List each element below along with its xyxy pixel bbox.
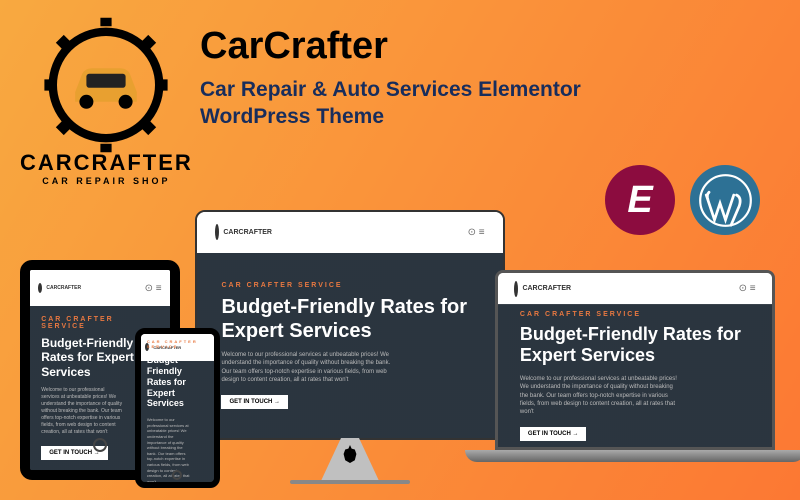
nav-icons: ⊙ ≡	[468, 227, 485, 238]
nav-logo: CARCRAFTER	[215, 220, 263, 244]
cta-button[interactable]: GET IN TOUCH →	[221, 395, 288, 409]
hero-kicker: CAR CRAFTER SERVICE	[520, 311, 750, 318]
brand-tagline: CAR REPAIR SHOP	[42, 176, 170, 186]
hero-kicker: CAR CRAFTER SERVICE	[221, 282, 478, 289]
laptop-hero: CAR CRAFTER SERVICE Budget-Friendly Rate…	[498, 304, 772, 447]
nav-logo-icon	[215, 224, 219, 240]
desktop-nav: CARCRAFTER ⊙ ≡	[197, 212, 503, 253]
phone-screen: CARCRAFTER CAR CRAFTER SERVICE Budget-Fr…	[141, 334, 214, 482]
tablet-home-button	[93, 438, 107, 452]
desktop-mockup: CARCRAFTER ⊙ ≡ CAR CRAFTER SERVICE Budge…	[195, 210, 505, 440]
hero-title: Budget-Friendly Rates for Expert Service…	[221, 295, 478, 343]
laptop-nav: CARCRAFTER ⊙ ≡	[498, 273, 772, 304]
hero-desc: Welcome to our professional services at …	[221, 351, 401, 385]
nav-icons: ⊙ ≡	[739, 283, 756, 294]
cta-button[interactable]: GET IN TOUCH →	[520, 427, 587, 441]
wordpress-badge	[690, 165, 760, 235]
hero-desc: Welcome to our professional services at …	[41, 387, 123, 436]
desktop-hero: CAR CRAFTER SERVICE Budget-Friendly Rate…	[197, 253, 503, 438]
hero-title: Budget-Friendly Rates for Expert Service…	[520, 324, 750, 367]
title-area: CarCrafter Car Repair & Auto Services El…	[200, 25, 680, 131]
nav-logo: CARCRAFTER	[38, 277, 60, 299]
phone-mockup: CARCRAFTER CAR CRAFTER SERVICE Budget-Fr…	[135, 328, 220, 488]
platform-badges: E	[605, 165, 760, 235]
desktop-screen: CARCRAFTER ⊙ ≡ CAR CRAFTER SERVICE Budge…	[197, 212, 503, 438]
nav-logo-icon	[38, 283, 42, 293]
gear-car-logo	[36, 15, 176, 155]
monitor-base	[290, 480, 410, 484]
nav-logo-text: CARCRAFTER	[522, 285, 571, 292]
laptop-screen: CARCRAFTER ⊙ ≡ CAR CRAFTER SERVICE Budge…	[498, 273, 772, 447]
hero-kicker: CAR CRAFTER SERVICE	[147, 339, 208, 349]
laptop-mockup: CARCRAFTER ⊙ ≡ CAR CRAFTER SERVICE Budge…	[495, 270, 775, 450]
hero-desc: Welcome to our professional services at …	[147, 417, 190, 482]
phone-hero: CAR CRAFTER SERVICE Budget-Friendly Rate…	[141, 361, 214, 482]
brand-logo-area: CARCRAFTER CAR REPAIR SHOP	[20, 15, 193, 186]
hero-desc: Welcome to our professional services at …	[520, 375, 681, 417]
nav-logo: CARCRAFTER	[514, 279, 557, 298]
main-title: CarCrafter	[200, 25, 680, 68]
elementor-icon: E	[627, 179, 652, 222]
nav-icons: ⊙ ≡	[145, 283, 162, 294]
phone-home-button	[172, 470, 182, 480]
elementor-badge: E	[605, 165, 675, 235]
nav-logo-text: CARCRAFTER	[223, 229, 272, 236]
tablet-nav: CARCRAFTER ⊙ ≡	[30, 270, 170, 306]
wordpress-icon	[698, 173, 753, 228]
subtitle: Car Repair & Auto Services Elementor Wor…	[200, 76, 680, 131]
nav-logo-icon	[514, 281, 518, 297]
hero-title: Budget-Friendly Rates for Expert Service…	[147, 355, 208, 409]
laptop-base	[465, 450, 800, 462]
nav-logo-text: CARCRAFTER	[46, 285, 81, 291]
